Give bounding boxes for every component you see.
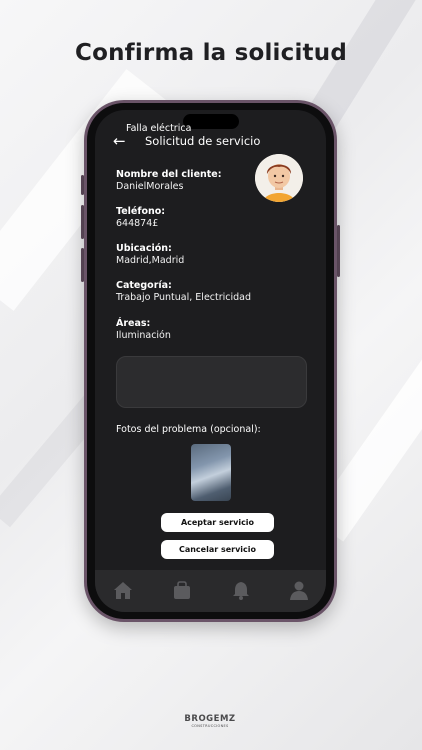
home-icon[interactable] — [112, 580, 134, 600]
accept-service-button[interactable]: Aceptar servicio — [161, 513, 274, 532]
brand-name: BROGEMZ — [184, 714, 236, 724]
app-bar: ← Solicitud de servicio — [95, 132, 326, 158]
field-location: Ubicación: Madrid,Madrid — [116, 243, 266, 267]
phone-side-button — [337, 225, 340, 277]
problem-photo-thumbnail[interactable] — [191, 444, 231, 501]
app-screen: ← Solicitud de servicio Nombre del clien… — [95, 110, 326, 612]
problem-description-text: Falla eléctrica — [126, 123, 192, 134]
field-value: Iluminación — [116, 330, 171, 341]
field-client-name: Nombre del cliente: DanielMorales — [116, 169, 266, 193]
field-value: 644874£ — [116, 218, 159, 229]
brand-tagline: CONSTRUCCIONES — [191, 724, 229, 728]
field-label: Teléfono: — [116, 206, 166, 217]
cancel-service-button[interactable]: Cancelar servicio — [161, 540, 274, 559]
bottom-nav — [95, 570, 326, 612]
problem-description-box[interactable] — [116, 356, 307, 408]
brand-logo: BROGEMZ CONSTRUCCIONES — [170, 714, 250, 728]
photos-label: Fotos del problema (opcional): — [116, 424, 261, 435]
page-headline: Confirma la solicitud — [74, 40, 347, 66]
bag-icon[interactable] — [171, 580, 193, 600]
field-label: Categoría: — [116, 280, 172, 291]
field-value: Trabajo Puntual, Electricidad — [116, 292, 252, 303]
field-label: Áreas: — [116, 318, 151, 329]
field-value: DanielMorales — [116, 181, 184, 192]
back-arrow-icon[interactable]: ← — [113, 132, 126, 150]
field-category: Categoría: Trabajo Puntual, Electricidad — [116, 280, 266, 304]
field-areas: Áreas: Iluminación — [116, 318, 266, 342]
field-label: Ubicación: — [116, 243, 172, 254]
field-label: Nombre del cliente: — [116, 169, 222, 180]
field-phone: Teléfono: 644874£ — [116, 206, 266, 230]
bell-icon[interactable] — [230, 580, 252, 600]
user-icon[interactable] — [288, 580, 310, 600]
field-value: Madrid,Madrid — [116, 255, 185, 266]
app-bar-title: Solicitud de servicio — [145, 134, 261, 148]
